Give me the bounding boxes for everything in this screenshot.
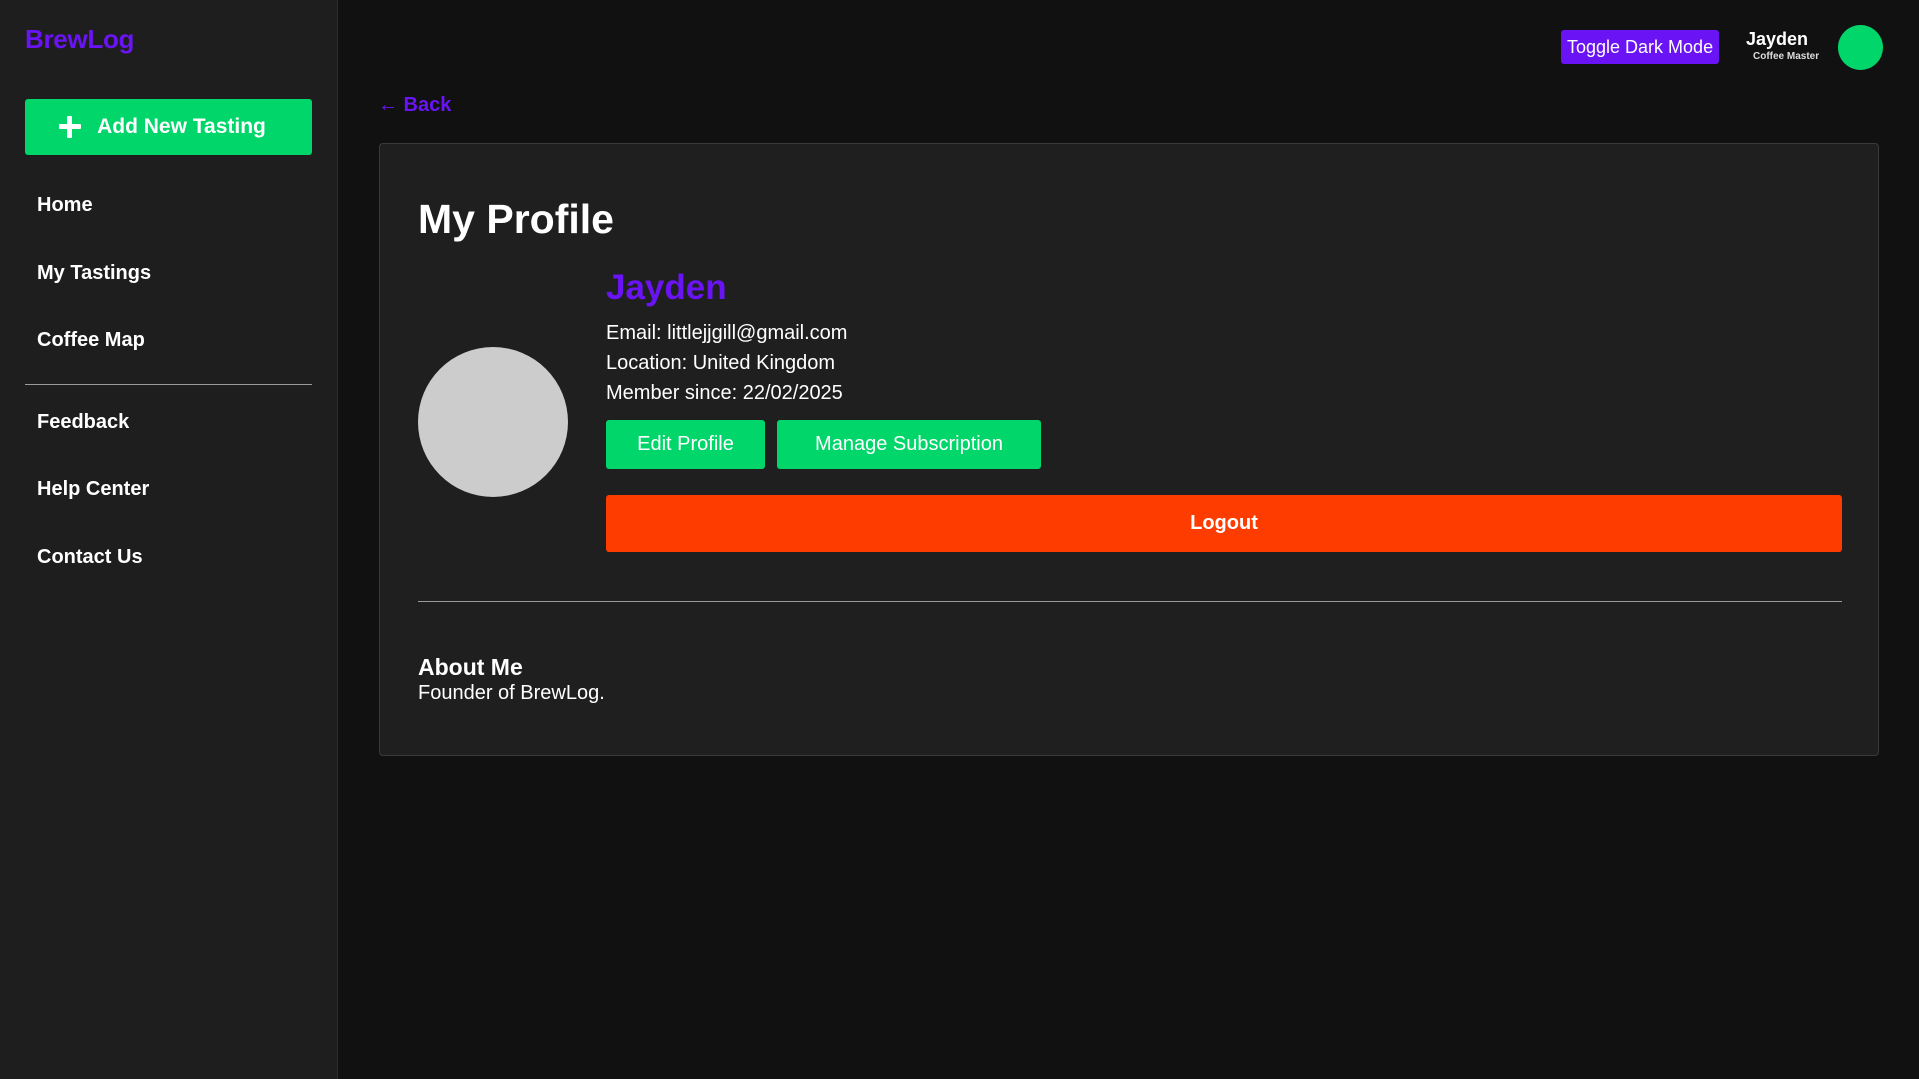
- add-new-tasting-button[interactable]: Add New Tasting: [25, 99, 312, 155]
- user-role: Coffee Master: [1753, 51, 1820, 62]
- edit-profile-button[interactable]: Edit Profile: [606, 420, 765, 469]
- profile-avatar: [418, 347, 568, 497]
- about-me-heading: About Me: [418, 654, 523, 680]
- back-link[interactable]: ← Back: [378, 94, 451, 117]
- card-divider: [418, 601, 1842, 602]
- sidebar-item-contact-us[interactable]: Contact Us: [37, 546, 143, 569]
- profile-email: Email: littlejjgill@gmail.com: [606, 322, 848, 344]
- brand-logo[interactable]: BrewLog: [25, 24, 134, 55]
- sidebar-divider: [25, 384, 312, 385]
- page-title: My Profile: [418, 196, 614, 242]
- profile-card: My Profile Jayden Email: littlejjgill@gm…: [379, 143, 1879, 756]
- sidebar-item-home[interactable]: Home: [37, 194, 93, 217]
- user-avatar[interactable]: [1838, 25, 1883, 70]
- add-new-tasting-label: Add New Tasting: [97, 115, 266, 138]
- logout-button[interactable]: Logout: [606, 495, 1842, 552]
- toggle-dark-mode-button[interactable]: Toggle Dark Mode: [1561, 30, 1720, 64]
- plus-icon: [59, 116, 82, 138]
- profile-name: Jayden: [606, 268, 727, 307]
- about-me-text: Founder of BrewLog.: [418, 682, 605, 704]
- profile-member-since: Member since: 22/02/2025: [606, 382, 843, 404]
- sidebar-item-my-tastings[interactable]: My Tastings: [37, 262, 151, 285]
- sidebar-item-help-center[interactable]: Help Center: [37, 478, 149, 501]
- sidebar-item-feedback[interactable]: Feedback: [37, 411, 129, 434]
- sidebar-item-coffee-map[interactable]: Coffee Map: [37, 329, 145, 352]
- manage-subscription-button[interactable]: Manage Subscription: [777, 420, 1041, 469]
- user-name: Jayden: [1746, 29, 1809, 49]
- profile-location: Location: United Kingdom: [606, 352, 836, 374]
- sidebar: BrewLog Add New Tasting Home My Tastings…: [0, 0, 338, 1079]
